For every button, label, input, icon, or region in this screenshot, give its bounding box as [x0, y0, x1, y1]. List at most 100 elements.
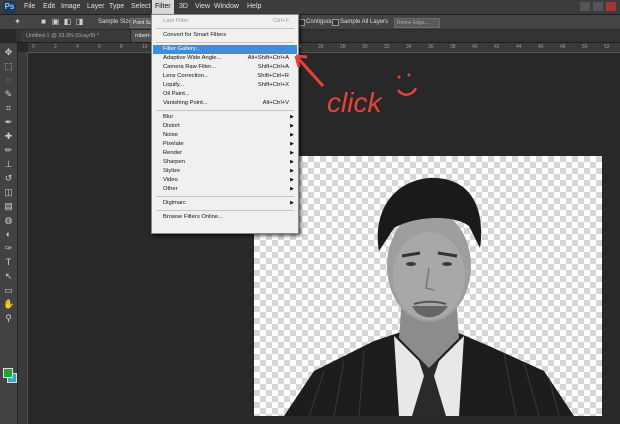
- gradient-icon[interactable]: ▤: [3, 201, 14, 212]
- eraser-icon[interactable]: ◫: [3, 187, 14, 198]
- document-canvas[interactable]: [254, 156, 602, 416]
- menu-item-shortcut: Shift+Ctrl+A: [257, 64, 289, 70]
- filter-menu-item-adaptive-wide-angle[interactable]: Adaptive Wide Angle... Alt+Shift+Ctrl+A: [153, 54, 297, 63]
- filter-menu-item-last-filter: Last Filter Ctrl+F: [153, 17, 297, 26]
- blur-icon[interactable]: ◍: [3, 215, 14, 226]
- ruler-tick-label: 0: [32, 44, 35, 50]
- menu-3d[interactable]: 3D: [176, 0, 191, 14]
- filter-menu-item-render[interactable]: Render ▶: [153, 149, 297, 158]
- menu-item-label: Pixelate: [163, 141, 184, 147]
- ruler-tick-label: 34: [406, 44, 412, 50]
- filter-menu-item-noise[interactable]: Noise ▶: [153, 131, 297, 140]
- menu-item-shortcut: Shift+Ctrl+R: [257, 73, 289, 79]
- add-selection-icon[interactable]: ▣: [50, 16, 61, 27]
- magic-wand-icon[interactable]: ✦: [12, 16, 23, 27]
- sample-all-layers-label: Sample All Layers: [340, 19, 389, 25]
- foreground-color-swatch[interactable]: [3, 368, 13, 378]
- filter-menu-item-browse-filters-online[interactable]: Browse Filters Online...: [153, 213, 297, 222]
- brush-icon[interactable]: ✏: [3, 145, 14, 156]
- filter-menu-item-camera-raw-filter[interactable]: Camera Raw Filter... Shift+Ctrl+A: [153, 63, 297, 72]
- minimize-button[interactable]: [580, 2, 590, 11]
- submenu-arrow-icon: ▶: [290, 114, 294, 120]
- crop-icon[interactable]: ⌗: [3, 103, 14, 114]
- subtract-selection-icon[interactable]: ◧: [62, 16, 73, 27]
- menu-filter[interactable]: Filter: [152, 0, 174, 14]
- shape-icon[interactable]: ▭: [3, 285, 14, 296]
- ruler-tick-label: 44: [516, 44, 522, 50]
- menu-select[interactable]: Select: [128, 0, 153, 14]
- ruler-tick-label: 4: [76, 44, 79, 50]
- filter-menu-item-liquify[interactable]: Liquify... Shift+Ctrl+X: [153, 81, 297, 90]
- menu-help[interactable]: Help: [244, 0, 264, 14]
- sample-all-layers-checkbox[interactable]: [332, 19, 339, 26]
- ruler-tick-label: 30: [362, 44, 368, 50]
- maximize-button[interactable]: [593, 2, 603, 11]
- menu-image[interactable]: Image: [58, 0, 83, 14]
- hand-icon[interactable]: ✋: [3, 299, 14, 310]
- filter-menu-item-video[interactable]: Video ▶: [153, 176, 297, 185]
- menu-layer[interactable]: Layer: [84, 0, 108, 14]
- menu-item-label: Oil Paint...: [163, 91, 190, 97]
- intersect-selection-icon[interactable]: ◨: [74, 16, 85, 27]
- quick-select-icon[interactable]: ✎: [3, 89, 14, 100]
- menu-item-label: Convert for Smart Filters: [163, 32, 227, 38]
- filter-menu-item-oil-paint[interactable]: Oil Paint...: [153, 90, 297, 99]
- filter-menu-item-pixelate[interactable]: Pixelate ▶: [153, 140, 297, 149]
- menu-item-label: Digimarc: [163, 200, 186, 206]
- ruler-tick-label: 36: [428, 44, 434, 50]
- submenu-arrow-icon: ▶: [290, 177, 294, 183]
- arrow-line: [294, 54, 325, 88]
- menu-file[interactable]: File: [21, 0, 38, 14]
- filter-menu-item-convert-for-smart-filters[interactable]: Convert for Smart Filters: [153, 31, 297, 40]
- menu-edit[interactable]: Edit: [40, 0, 58, 14]
- ruler-tick-label: 40: [472, 44, 478, 50]
- stamp-icon[interactable]: ⊥: [3, 159, 14, 170]
- menu-item-label: Blur: [163, 114, 174, 120]
- contiguous-checkbox[interactable]: [298, 19, 305, 26]
- menu-item-label: Lens Correction...: [163, 73, 209, 79]
- tools-panel: ✥ ⬚ ◌ ✎ ⌗ ✒ ✚ ✏ ⊥ ↺ ◫ ▤ ◍ ◐ ✑ T ↖ ▭ ✋ ⚲: [0, 43, 18, 424]
- healing-icon[interactable]: ✚: [3, 131, 14, 142]
- filter-menu-item-vanishing-point[interactable]: Vanishing Point... Alt+Ctrl+V: [153, 99, 297, 108]
- smiley-doodle: [396, 73, 418, 96]
- pen-icon[interactable]: ✑: [3, 243, 14, 254]
- menu-bar: Ps File Edit Image Layer Type Select Filter 3D V…: [0, 0, 620, 15]
- ruler-tick-label: 50: [582, 44, 588, 50]
- tab-untitled[interactable]: Untitled-1 @ 33.3% (Gray/8) *: [22, 30, 131, 42]
- refine-edge-button[interactable]: Refine Edge...: [394, 18, 440, 28]
- ruler-tick-label: 52: [604, 44, 610, 50]
- type-icon[interactable]: T: [3, 257, 14, 268]
- filter-menu-item-lens-correction[interactable]: Lens Correction... Shift+Ctrl+R: [153, 72, 297, 81]
- menu-item-label: Sharpen: [163, 159, 185, 165]
- document-tab-bar: Untitled-1 @ 33.3% (Gray/8) * robert-dow: [16, 30, 620, 43]
- path-select-icon[interactable]: ↖: [3, 271, 14, 282]
- menu-window[interactable]: Window: [211, 0, 242, 14]
- eyedropper-icon[interactable]: ✒: [3, 117, 14, 128]
- dodge-icon[interactable]: ◐: [3, 229, 14, 240]
- filter-menu-item-digimarc[interactable]: Digimarc ▶: [153, 199, 297, 208]
- menu-item-label: Last Filter: [163, 18, 189, 24]
- selection-mode-icon[interactable]: ■: [38, 16, 49, 27]
- filter-menu-item-blur[interactable]: Blur ▶: [153, 113, 297, 122]
- zoom-icon[interactable]: ⚲: [3, 313, 14, 324]
- menu-item-label: Camera Raw Filter...: [163, 64, 216, 70]
- filter-menu-item-stylize[interactable]: Stylize ▶: [153, 167, 297, 176]
- submenu-arrow-icon: ▶: [290, 200, 294, 206]
- close-button[interactable]: [606, 2, 616, 11]
- menu-item-label: Other: [163, 186, 178, 192]
- menu-type[interactable]: Type: [106, 0, 127, 14]
- submenu-arrow-icon: ▶: [290, 123, 294, 129]
- menu-item-label: Filter Gallery...: [163, 46, 201, 52]
- filter-menu-item-filter-gallery[interactable]: Filter Gallery...: [153, 45, 297, 54]
- menu-view[interactable]: View: [192, 0, 213, 14]
- filter-menu-item-distort[interactable]: Distort ▶: [153, 122, 297, 131]
- filter-menu-item-sharpen[interactable]: Sharpen ▶: [153, 158, 297, 167]
- menu-item-label: Noise: [163, 132, 178, 138]
- marquee-icon[interactable]: ⬚: [3, 61, 14, 72]
- lasso-icon[interactable]: ◌: [3, 75, 14, 86]
- filter-menu-item-other[interactable]: Other ▶: [153, 185, 297, 194]
- history-brush-icon[interactable]: ↺: [3, 173, 14, 184]
- sample-size-label: Sample Size:: [98, 19, 134, 25]
- submenu-arrow-icon: ▶: [290, 141, 294, 147]
- move-icon[interactable]: ✥: [3, 47, 14, 58]
